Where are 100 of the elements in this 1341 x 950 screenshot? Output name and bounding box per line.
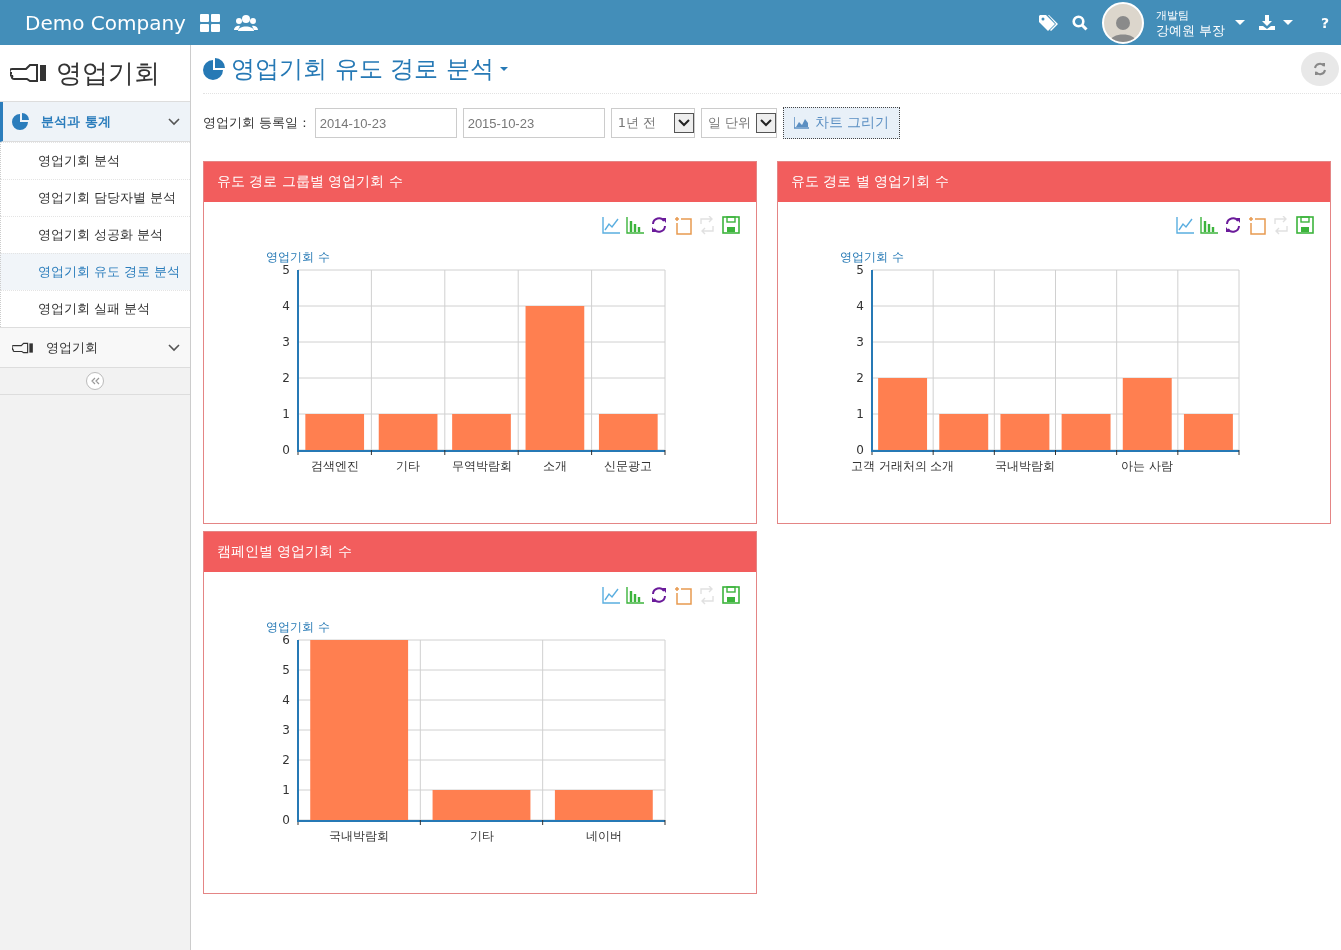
tick-label: 4 bbox=[282, 693, 290, 707]
brand-name[interactable]: Demo Company bbox=[25, 10, 186, 35]
tick-label: 6 bbox=[282, 633, 290, 647]
panel-header: 유도 경로 그룹별 영업기회 수 bbox=[204, 162, 756, 202]
caret-icon[interactable] bbox=[1234, 20, 1245, 25]
sidebar-item[interactable]: 영업기회 유도 경로 분석 bbox=[0, 253, 190, 290]
user-name[interactable]: 강예원 부장 bbox=[1155, 22, 1225, 38]
tick-label: 3 bbox=[282, 723, 290, 737]
bar bbox=[1061, 414, 1111, 450]
tick-label: 1 bbox=[282, 783, 290, 797]
tick-label: 1 bbox=[282, 407, 290, 421]
bar bbox=[1183, 414, 1233, 450]
tick-label: 5 bbox=[856, 263, 864, 277]
category-label: 검색엔진 bbox=[310, 459, 359, 473]
refresh-icon[interactable] bbox=[650, 586, 668, 605]
draw-chart-button[interactable]: 차트 그리기 bbox=[782, 107, 900, 139]
bar bbox=[1122, 378, 1172, 450]
refresh-icon[interactable] bbox=[650, 216, 668, 235]
category-label: 아는 사람 bbox=[1121, 459, 1174, 473]
category-label: 고객 거래처의 소개 bbox=[850, 459, 955, 473]
sidebar-section[interactable]: 분석과 통계 bbox=[0, 102, 190, 142]
caret-icon[interactable] bbox=[1282, 20, 1293, 25]
user-team: 개발팀 bbox=[1155, 7, 1190, 23]
save-icon[interactable] bbox=[722, 586, 740, 605]
tick-label: 0 bbox=[282, 813, 290, 827]
category-label: 신문광고 bbox=[604, 459, 653, 473]
tick-label: 1 bbox=[856, 407, 864, 421]
chevron-down-icon[interactable] bbox=[168, 343, 180, 352]
category-label: 기타 bbox=[396, 459, 421, 473]
category-label: 네이버 bbox=[585, 829, 622, 843]
page-title: 영업기회 유도 경로 분석 bbox=[231, 54, 494, 85]
bar bbox=[452, 414, 511, 450]
tick-label: 5 bbox=[282, 663, 290, 677]
caret-icon[interactable] bbox=[499, 67, 508, 71]
category-label: 소개 bbox=[542, 459, 567, 473]
users-icon[interactable] bbox=[233, 14, 258, 31]
tick-label: 2 bbox=[856, 371, 864, 385]
tick-label: 3 bbox=[856, 335, 864, 349]
refresh-icon[interactable] bbox=[1224, 216, 1242, 235]
crop-icon[interactable] bbox=[1248, 216, 1266, 235]
bar bbox=[305, 414, 365, 450]
line-chart-icon[interactable] bbox=[602, 586, 620, 605]
range-select[interactable]: 1년 전 bbox=[610, 108, 695, 138]
crop-icon[interactable] bbox=[674, 586, 692, 605]
tick-label: 0 bbox=[282, 443, 290, 457]
save-icon[interactable] bbox=[722, 216, 740, 235]
bar-chart-icon[interactable] bbox=[626, 216, 644, 235]
bar bbox=[1000, 414, 1050, 450]
axis-title: 영업기회 수 bbox=[266, 250, 330, 264]
pie-chart-icon bbox=[12, 113, 29, 130]
chevron-down-icon bbox=[759, 119, 772, 127]
bar bbox=[378, 414, 438, 450]
refresh-icon bbox=[1313, 62, 1327, 76]
tick-label: 4 bbox=[282, 299, 290, 313]
tick-label: 4 bbox=[856, 299, 864, 313]
axis-title: 영업기회 수 bbox=[266, 620, 330, 634]
bar-chart-icon[interactable] bbox=[626, 586, 644, 605]
refresh-button[interactable] bbox=[1301, 52, 1339, 86]
area-chart-icon bbox=[793, 117, 809, 129]
tick-label: 5 bbox=[282, 263, 290, 277]
tick-label: 2 bbox=[282, 753, 290, 767]
tags-icon[interactable] bbox=[1038, 14, 1058, 31]
panel-header: 유도 경로 별 영업기회 수 bbox=[778, 162, 1330, 202]
grid-icon[interactable] bbox=[199, 13, 220, 32]
chevron-down-icon bbox=[677, 119, 690, 127]
crop-icon[interactable] bbox=[674, 216, 692, 235]
tick-label: 2 bbox=[282, 371, 290, 385]
search-icon[interactable] bbox=[1071, 14, 1088, 31]
category-label: 기타 bbox=[469, 829, 494, 843]
line-chart-icon[interactable] bbox=[1176, 216, 1194, 235]
sidebar-item[interactable]: 영업기회 실패 분석 bbox=[0, 290, 190, 327]
category-label: 무역박람회 bbox=[451, 459, 512, 473]
filter-label: 영업기회 등록일 : bbox=[203, 114, 307, 132]
line-chart-icon[interactable] bbox=[602, 216, 620, 235]
sidebar-title: 영업기회 bbox=[56, 56, 160, 90]
date-field[interactable]: 2014-10-23 bbox=[314, 108, 457, 138]
chevron-down-icon[interactable] bbox=[168, 117, 180, 126]
axis-title: 영업기회 수 bbox=[840, 250, 904, 264]
sidebar-item[interactable]: 영업기회 분석 bbox=[0, 142, 190, 179]
date-field[interactable]: 2015-10-23 bbox=[462, 108, 605, 138]
help-button[interactable]: ? bbox=[1320, 14, 1329, 31]
double-chevron-left-icon bbox=[90, 377, 100, 385]
save-icon[interactable] bbox=[1296, 216, 1314, 235]
panel-header: 캠페인별 영업기회 수 bbox=[204, 532, 756, 572]
collapse-button[interactable] bbox=[86, 372, 104, 390]
sidebar-section[interactable]: 영업기회 bbox=[0, 328, 190, 368]
bar bbox=[598, 414, 658, 450]
pointing-hand-icon bbox=[12, 341, 34, 354]
tick-label: 3 bbox=[282, 335, 290, 349]
download-icon[interactable] bbox=[1258, 15, 1275, 30]
bar bbox=[878, 378, 928, 450]
pointing-hand-icon bbox=[10, 63, 48, 83]
pie-chart-icon bbox=[203, 58, 225, 80]
avatar[interactable] bbox=[1101, 1, 1144, 44]
bar bbox=[939, 414, 989, 450]
sidebar-item[interactable]: 영업기회 담당자별 분석 bbox=[0, 179, 190, 216]
bar-chart-icon[interactable] bbox=[1200, 216, 1218, 235]
unit-select[interactable]: 일 단위 bbox=[700, 108, 777, 138]
category-label: 국내박람회 bbox=[329, 829, 390, 843]
tick-label: 0 bbox=[856, 443, 864, 457]
